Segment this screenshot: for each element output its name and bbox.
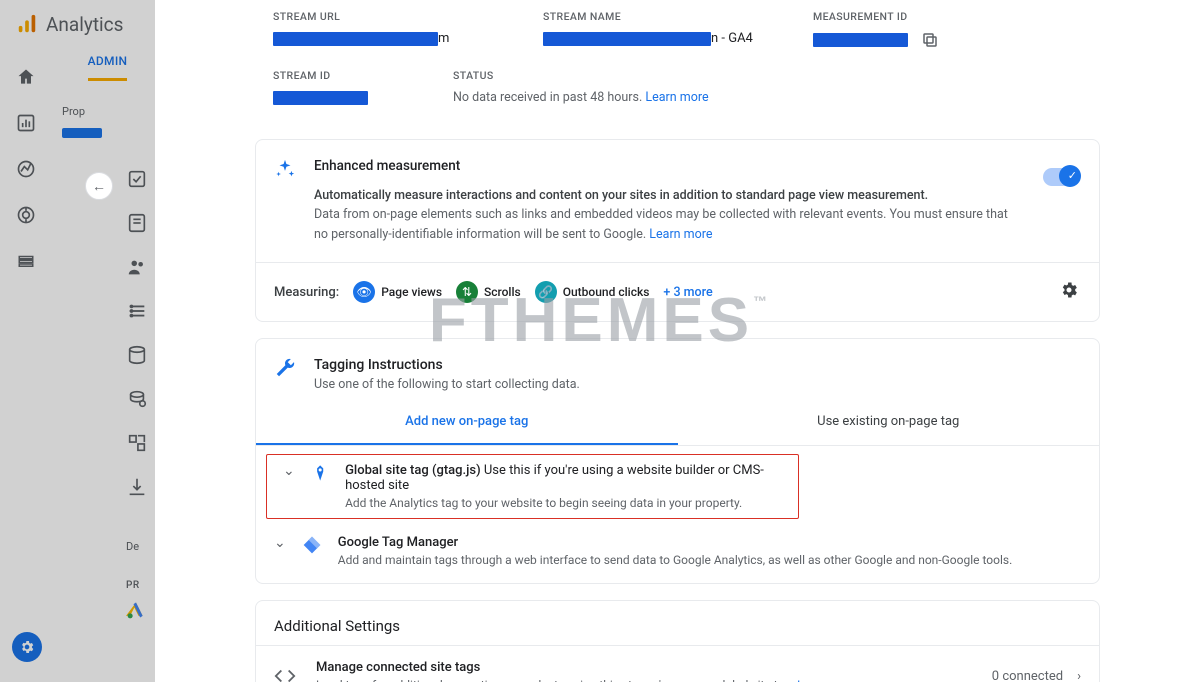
product-links-icon[interactable] (126, 432, 148, 454)
gtm-title: Google Tag Manager (338, 535, 1013, 550)
row-connected-tags[interactable]: Manage connected site tags Load tags for… (256, 645, 1099, 682)
link-icon: 🔗 (535, 281, 557, 303)
stream-url-value: m (273, 31, 523, 46)
chip-page-views: 👁Page views (353, 281, 442, 303)
property-label: Prop (60, 105, 155, 118)
library-icon[interactable] (15, 250, 37, 272)
tab-add-new[interactable]: Add new on-page tag (256, 400, 678, 445)
gtm-icon (302, 535, 322, 555)
eye-icon: 👁 (353, 281, 375, 303)
retention-icon[interactable] (126, 388, 148, 410)
chip-outbound: 🔗Outbound clicks (535, 281, 650, 303)
measuring-settings-icon[interactable] (1059, 280, 1079, 304)
tagging-title: Tagging Instructions (314, 357, 580, 373)
enhanced-title: Enhanced measurement (314, 158, 1081, 174)
back-button[interactable]: ← (85, 172, 113, 200)
property-icon[interactable] (126, 212, 148, 234)
stream-url-label: STREAM URL (273, 10, 523, 23)
scroll-icon: ⇅ (456, 281, 478, 303)
learn-more-link[interactable]: Learn more (797, 678, 858, 682)
chevron-right-icon: › (1077, 669, 1081, 682)
admin-fab[interactable] (12, 632, 42, 662)
enhanced-learn-more-link[interactable]: Learn more (649, 227, 712, 242)
gtag-desc: Add the Analytics tag to your website to… (345, 496, 788, 510)
tab-use-existing[interactable]: Use existing on-page tag (678, 400, 1100, 445)
users-icon[interactable] (126, 256, 148, 278)
admin-tab[interactable]: ADMIN (88, 40, 128, 81)
more-chips-link[interactable]: + 3 more (663, 285, 712, 300)
streams-icon[interactable] (126, 300, 148, 322)
measurement-id-value (813, 31, 1082, 49)
stream-name-value: n - GA4 (543, 31, 793, 46)
measurement-id-label: MEASUREMENT ID (813, 10, 1082, 23)
stream-id-value (273, 90, 433, 105)
assistant-icon[interactable] (126, 168, 148, 190)
status-label: STATUS (453, 69, 1082, 82)
reports-icon[interactable] (15, 112, 37, 134)
additional-title: Additional Settings (256, 601, 1099, 645)
chip-scrolls: ⇅Scrolls (456, 281, 521, 303)
data-icon[interactable] (126, 344, 148, 366)
code-icon (274, 665, 296, 682)
target-icon[interactable] (15, 204, 37, 226)
chevron-down-icon[interactable]: ⌄ (274, 535, 286, 551)
gtm-desc: Add and maintain tags through a web inte… (338, 553, 1013, 567)
status-text: No data received in past 48 hours. Learn… (453, 90, 1082, 105)
stream-id-label: STREAM ID (273, 69, 433, 82)
wrench-icon (274, 357, 296, 392)
product-section-label: PR (126, 580, 140, 591)
copy-icon[interactable] (921, 31, 939, 49)
property-name-redacted (62, 128, 102, 138)
stream-name-label: STREAM NAME (543, 10, 793, 23)
connected-count: 0 connected (992, 669, 1063, 682)
import-icon[interactable] (126, 476, 148, 498)
enhanced-toggle[interactable]: ✓ (1043, 168, 1079, 186)
tagging-sub: Use one of the following to start collec… (314, 377, 580, 392)
enhanced-desc-1: Automatically measure interactions and c… (314, 186, 1014, 205)
explore-icon[interactable] (15, 158, 37, 180)
chevron-down-icon[interactable]: ⌄ (283, 463, 295, 479)
sparkle-icon (274, 158, 296, 244)
google-ads-icon[interactable] (126, 600, 146, 620)
delete-label: De (126, 540, 139, 553)
home-icon[interactable] (15, 66, 37, 88)
analytics-logo: Analytics (16, 13, 123, 36)
analytics-logo-icon (16, 13, 38, 35)
measuring-label: Measuring: (274, 285, 339, 300)
status-learn-more-link[interactable]: Learn more (645, 90, 708, 105)
gtag-title: Global site tag (gtag.js) Use this if yo… (345, 463, 788, 493)
gtag-icon (311, 463, 329, 483)
app-title: Analytics (46, 13, 123, 36)
